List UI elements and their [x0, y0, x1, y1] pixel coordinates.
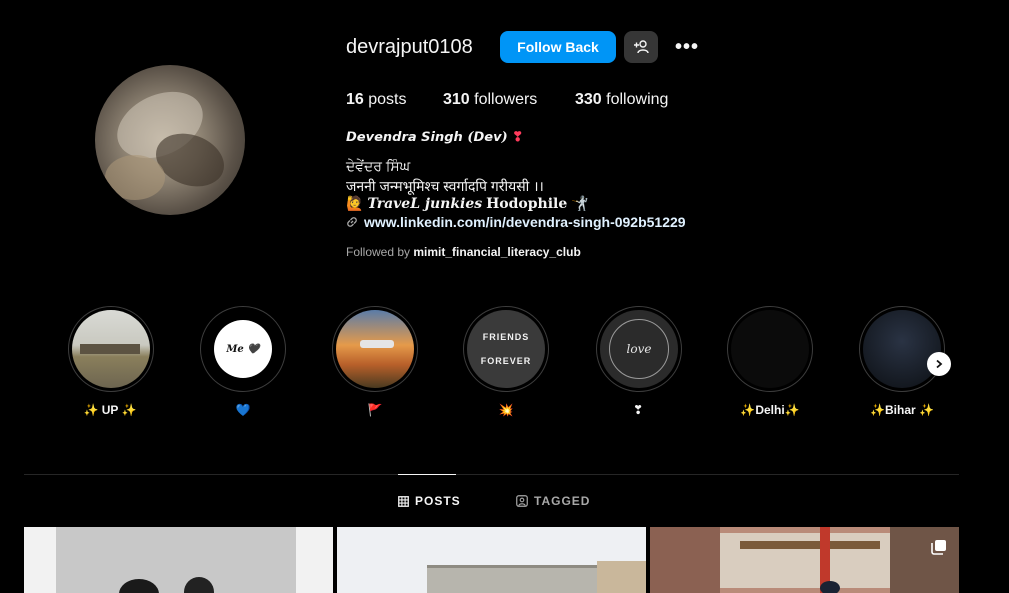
highlight-label: ✨Bihar ✨ — [870, 403, 934, 417]
add-user-icon — [634, 40, 649, 54]
highlight-label: 💙 — [235, 403, 251, 417]
followers-link[interactable]: 310 followers — [443, 91, 537, 109]
highlight-bihar[interactable] — [859, 306, 945, 392]
tab-posts[interactable]: POSTS — [398, 494, 461, 508]
highlight-cover: love — [600, 310, 678, 388]
carousel-icon — [931, 540, 946, 555]
highlight-label: ❣ — [632, 403, 644, 417]
highlight-label: ✨ UP ✨ — [83, 403, 137, 417]
suggested-users-button[interactable] — [624, 31, 658, 63]
post-tile[interactable] — [337, 527, 646, 593]
link-icon — [347, 217, 357, 227]
profile-external-link[interactable]: www.linkedin.com/in/devendra-singh-092b5… — [346, 214, 686, 230]
highlight-blue-heart[interactable]: Me 🖤 — [200, 306, 286, 392]
tab-tagged[interactable]: TAGGED — [516, 494, 590, 508]
bio-line: ਦੇਵੇਂਦਰ ਸਿੰਘ — [346, 158, 411, 174]
follow-back-button[interactable]: Follow Back — [500, 31, 616, 63]
following-link[interactable]: 330 following — [575, 91, 668, 109]
bio-line: 🙋 TraveL junkies Hodophile 🤺 — [346, 195, 589, 212]
tabs-divider — [24, 474, 959, 475]
highlight-cover — [336, 310, 414, 388]
chevron-right-icon — [936, 359, 943, 369]
highlight-label: 🚩 — [367, 403, 383, 417]
highlight-up[interactable] — [68, 306, 154, 392]
highlight-label: ✨Delhi✨ — [740, 403, 800, 417]
highlight-cover — [731, 310, 809, 388]
highlight-flag[interactable] — [332, 306, 418, 392]
more-options-button[interactable]: ••• — [672, 35, 702, 59]
profile-username: devrajput0108 — [346, 36, 473, 58]
posts-count: 16 posts — [346, 91, 407, 108]
post-tile[interactable] — [24, 527, 333, 593]
highlight-label: 💥 — [498, 403, 514, 417]
post-tile[interactable] — [650, 527, 959, 593]
highlight-cover — [72, 310, 150, 388]
profile-display-name: 𝘿𝙚𝙫𝙚𝙣𝙙𝙧𝙖 𝙎𝙞𝙣𝙜𝙝 (𝘿𝙚𝙫) ❣ — [346, 130, 524, 145]
highlight-cover: FRIENDS FOREVER — [467, 310, 545, 388]
highlights-next-button[interactable] — [927, 352, 951, 376]
highlight-love[interactable]: love — [596, 306, 682, 392]
active-tab-indicator — [398, 474, 456, 475]
bio-line: जननी जन्मभूमिश्च स्वर्गादपि गरीयसी ।। — [346, 178, 544, 194]
highlight-friends-forever[interactable]: FRIENDS FOREVER — [463, 306, 549, 392]
tagged-user-icon — [516, 495, 528, 507]
grid-icon — [398, 495, 409, 507]
more-options-icon: ••• — [674, 35, 699, 58]
followed-by-text[interactable]: Followed by mimit_financial_literacy_clu… — [346, 245, 581, 259]
highlight-delhi[interactable] — [727, 306, 813, 392]
highlight-cover — [863, 310, 941, 388]
profile-avatar[interactable] — [95, 65, 245, 215]
highlight-cover: Me 🖤 — [204, 310, 282, 388]
